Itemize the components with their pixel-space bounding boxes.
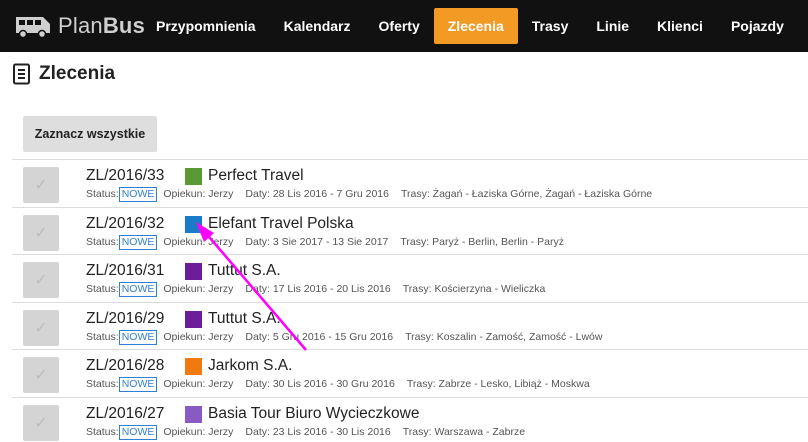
dates-text: Daty: 3 Sie 2017 - 13 Sie 2017 xyxy=(245,235,389,248)
row-checkbox[interactable]: ✓ xyxy=(23,404,59,441)
order-meta: Status: NOWE Opiekun: Jerzy Daty: 30 Lis 20… xyxy=(86,377,590,392)
row-checkbox[interactable]: ✓ xyxy=(23,357,59,393)
status-badge: NOWE xyxy=(118,377,158,392)
status-badge: NOWE xyxy=(118,234,158,250)
checkmark-icon: ✓ xyxy=(34,272,48,289)
keeper-text: Opiekun: Jerzy xyxy=(163,283,234,295)
status-badge: NOWE xyxy=(118,282,158,297)
nav-item-trasy[interactable]: Trasy xyxy=(518,8,583,44)
main-nav: Przypomnienia Kalendarz Oferty Zlecenia Tras… xyxy=(142,8,798,44)
client-color-swatch xyxy=(185,168,202,185)
status-label: Status: xyxy=(86,330,119,343)
nav-item-klienci[interactable]: Klienci xyxy=(643,8,717,44)
app-name: PlanBus xyxy=(58,13,146,38)
nav-item-linie[interactable]: Linie xyxy=(582,8,643,44)
routes-text: Trasy: Koszalin - Zamość, Zamość - Lwów xyxy=(405,330,603,343)
order-row[interactable]: ✓ ZL/2016/27 Basia Tour Biuro Wycieczkowe S… xyxy=(12,396,808,442)
order-row[interactable]: ✓ ZL/2016/33 Perfect Travel Status: NOWE Opie… xyxy=(12,159,808,207)
status-label: Status: xyxy=(86,425,119,438)
row-checkbox[interactable]: ✓ xyxy=(23,262,59,298)
checkmark-icon: ✓ xyxy=(34,224,48,242)
client-name[interactable]: Tuttut S.A. xyxy=(208,262,281,280)
orders-list: ✓ ZL/2016/33 Perfect Travel Status: NOWE Opie… xyxy=(12,159,808,442)
dates-text: Daty: 23 Lis 2016 - 30 Lis 2016 xyxy=(245,425,391,438)
page-title: Zlecenia xyxy=(39,63,116,84)
checkmark-icon: ✓ xyxy=(34,414,48,432)
status-label: Status: xyxy=(86,378,119,390)
row-checkbox[interactable]: ✓ xyxy=(23,309,59,346)
keeper-text: Opiekun: Jerzy xyxy=(163,425,234,438)
status-badge: NOWE xyxy=(118,187,158,202)
nav-item-kalendarz[interactable]: Kalendarz xyxy=(270,8,365,44)
nav-item-przypomnienia[interactable]: Przypomnienia xyxy=(142,8,270,44)
order-row[interactable]: ✓ ZL/2016/31 Tuttut S.A. Status: NOWE Opiekun… xyxy=(12,254,808,302)
routes-text: Trasy: Żagań - Łaziska Górne, Żagań - Ła… xyxy=(400,188,653,200)
order-meta: Status: NOWE Opiekun: Jerzy Daty: 23 Lis 20… xyxy=(86,424,526,440)
status-label: Status: xyxy=(86,283,119,295)
status-label: Status: xyxy=(86,235,119,248)
client-color-swatch xyxy=(185,405,202,423)
checkmark-icon: ✓ xyxy=(34,319,48,337)
checkmark-icon: ✓ xyxy=(34,367,48,384)
order-meta: Status: NOWE Opiekun: Jerzy Daty: 17 Lis 20… xyxy=(86,282,545,297)
client-name[interactable]: Elefant Travel Polska xyxy=(208,215,354,233)
nav-item-zlecenia[interactable]: Zlecenia xyxy=(433,8,518,44)
order-code[interactable]: ZL/2016/33 xyxy=(86,167,164,185)
dates-text: Daty: 17 Lis 2016 - 20 Lis 2016 xyxy=(245,283,391,295)
client-name[interactable]: Perfect Travel xyxy=(208,167,304,185)
order-row[interactable]: ✓ ZL/2016/29 Tuttut S.A. Status: NOWE Opiekun… xyxy=(12,301,808,350)
keeper-text: Opiekun: Jerzy xyxy=(163,378,234,390)
app-logo[interactable]: PlanBus xyxy=(12,12,145,40)
routes-text: Trasy: Kościerzyna - Wieliczka xyxy=(402,283,546,295)
client-name[interactable]: Jarkom S.A. xyxy=(208,357,292,375)
keeper-text: Opiekun: Jerzy xyxy=(163,330,234,343)
status-badge: NOWE xyxy=(118,424,158,440)
nav-item-pojazdy[interactable]: Pojazdy xyxy=(717,8,798,44)
keeper-text: Opiekun: Jerzy xyxy=(163,235,234,248)
client-color-swatch xyxy=(185,263,202,280)
select-all-button[interactable]: Zaznacz wszystkie xyxy=(23,116,157,152)
client-color-swatch xyxy=(185,310,202,328)
order-code[interactable]: ZL/2016/31 xyxy=(86,262,164,280)
order-meta: Status: NOWE Opiekun: Jerzy Daty: 28 Lis 20… xyxy=(86,187,652,202)
document-list-icon xyxy=(13,63,30,85)
order-code[interactable]: ZL/2016/27 xyxy=(86,405,164,423)
keeper-text: Opiekun: Jerzy xyxy=(163,188,234,200)
status-badge: NOWE xyxy=(118,329,158,345)
row-checkbox[interactable]: ✓ xyxy=(23,167,59,203)
order-code[interactable]: ZL/2016/32 xyxy=(86,215,164,233)
dates-text: Daty: 30 Lis 2016 - 30 Gru 2016 xyxy=(245,378,395,390)
order-code[interactable]: ZL/2016/29 xyxy=(86,310,164,328)
order-meta: Status: NOWE Opiekun: Jerzy Daty: 5 Gru 201… xyxy=(86,329,603,345)
dates-text: Daty: 5 Gru 2016 - 15 Gru 2016 xyxy=(245,330,394,343)
client-color-swatch xyxy=(185,215,202,233)
client-name[interactable]: Tuttut S.A. xyxy=(208,310,281,328)
row-checkbox[interactable]: ✓ xyxy=(23,214,59,251)
routes-text: Trasy: Zabrze - Lesko, Libiąż - Moskwa xyxy=(406,378,590,390)
bus-logo-icon xyxy=(16,17,50,39)
routes-text: Trasy: Warszawa - Zabrze xyxy=(402,425,526,438)
order-code[interactable]: ZL/2016/28 xyxy=(86,357,164,375)
checkmark-icon: ✓ xyxy=(34,177,48,194)
page-header: Zlecenia xyxy=(12,62,115,86)
client-name[interactable]: Basia Tour Biuro Wycieczkowe xyxy=(208,405,420,423)
top-navbar: PlanBus Przypomnienia Kalendarz Oferty Zlec… xyxy=(0,0,808,52)
routes-text: Trasy: Paryż - Berlin, Berlin - Paryż xyxy=(400,235,564,248)
order-row[interactable]: ✓ ZL/2016/32 Elefant Travel Polska Status: N… xyxy=(12,206,808,255)
status-label: Status: xyxy=(86,188,119,200)
order-meta: Status: NOWE Opiekun: Jerzy Daty: 3 Sie 201… xyxy=(86,234,564,250)
nav-item-oferty[interactable]: Oferty xyxy=(365,8,434,44)
client-color-swatch xyxy=(185,358,202,375)
dates-text: Daty: 28 Lis 2016 - 7 Gru 2016 xyxy=(245,188,389,200)
order-row[interactable]: ✓ ZL/2016/28 Jarkom S.A. Status: NOWE Opiekun… xyxy=(12,349,808,397)
